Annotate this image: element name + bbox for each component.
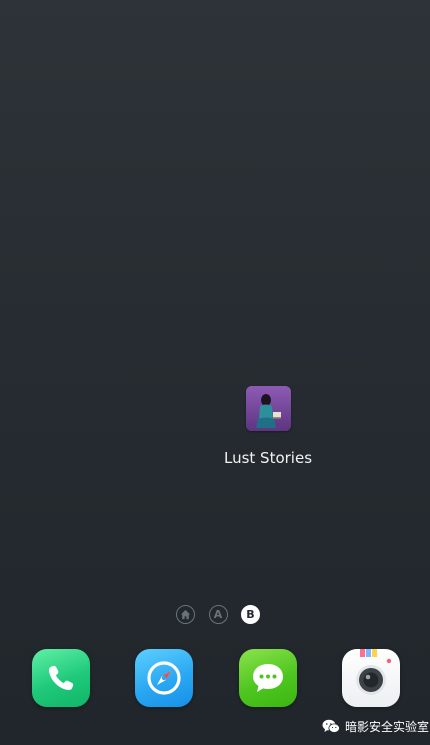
app-label: Lust Stories bbox=[223, 449, 313, 467]
phone-icon bbox=[48, 665, 74, 691]
page-dot-a[interactable]: A bbox=[208, 604, 228, 624]
dock bbox=[0, 649, 430, 709]
page-dot-b[interactable]: B bbox=[241, 604, 260, 624]
page-dot-home[interactable] bbox=[176, 604, 195, 624]
chat-bubble-icon bbox=[253, 664, 283, 692]
messages-app-icon[interactable] bbox=[239, 649, 297, 707]
wechat-icon bbox=[322, 719, 340, 733]
camera-icon bbox=[356, 649, 392, 695]
lust-stories-app-icon[interactable] bbox=[245, 386, 291, 431]
home-icon bbox=[180, 609, 191, 619]
watermark: 暗影安全实验室 bbox=[322, 716, 429, 736]
watermark-text: 暗影安全实验室 bbox=[345, 719, 430, 734]
phone-app-icon[interactable] bbox=[32, 649, 90, 707]
page-indicator: A B bbox=[176, 603, 260, 625]
app-shortcut-lust-stories[interactable]: Lust Stories bbox=[218, 386, 318, 467]
browser-app-icon[interactable] bbox=[135, 649, 193, 707]
home-screen: Lust Stories A B 暗影安全实验室 bbox=[0, 0, 430, 745]
compass-icon bbox=[147, 661, 181, 695]
camera-app-icon[interactable] bbox=[342, 649, 400, 707]
